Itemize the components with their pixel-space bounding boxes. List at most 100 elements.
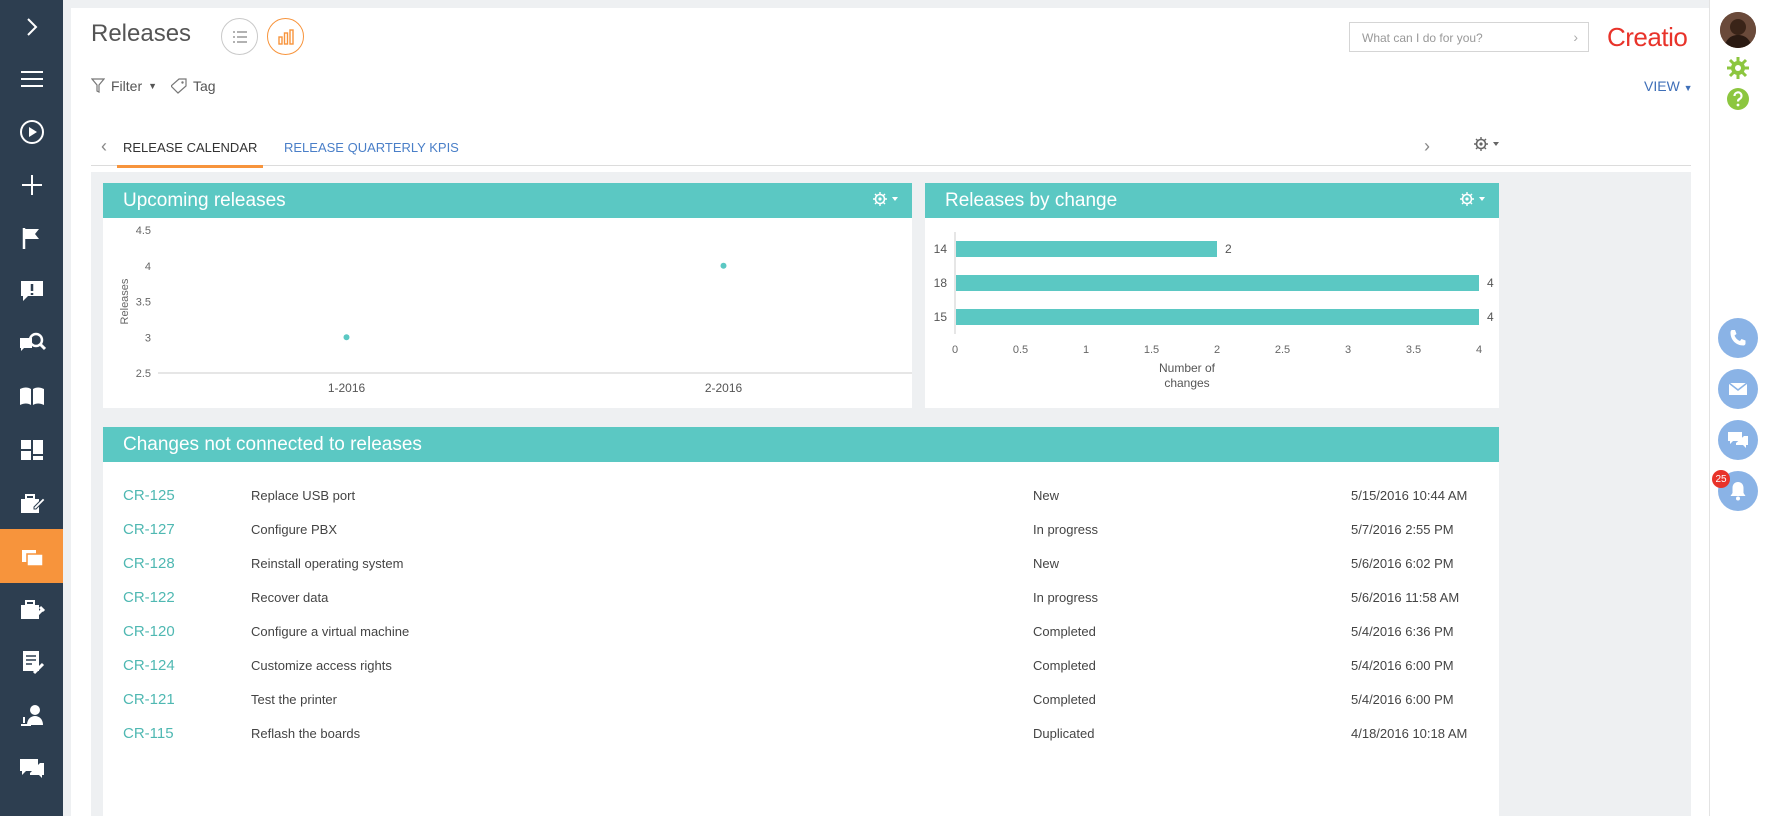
tabs-scroll-left-icon[interactable]: ‹ xyxy=(101,136,107,157)
change-name: Configure PBX xyxy=(251,522,337,537)
change-date: 5/6/2016 11:58 AM xyxy=(1351,590,1460,605)
x-axis-label: changes xyxy=(1164,376,1209,390)
upcoming-releases-header: Upcoming releases xyxy=(103,183,912,218)
add-button[interactable] xyxy=(0,158,63,212)
sidebar-item-chat[interactable] xyxy=(0,741,63,795)
x-tick-label: 2 xyxy=(1214,344,1220,356)
releases-by-change-header: Releases by change xyxy=(925,183,1499,218)
analytics-view-button[interactable] xyxy=(267,18,304,55)
main-menu-button[interactable] xyxy=(0,52,63,106)
chat-icon xyxy=(1728,432,1748,448)
sidebar-item-dashboards[interactable] xyxy=(0,423,63,477)
change-code-link[interactable]: CR-127 xyxy=(123,521,175,538)
tabs-settings-button[interactable] xyxy=(1473,136,1501,157)
system-settings-button[interactable] xyxy=(1726,56,1750,85)
x-tick-label: 2-2016 xyxy=(705,381,743,395)
change-date: 5/6/2016 6:02 PM xyxy=(1351,556,1454,571)
expand-sidebar-button[interactable] xyxy=(0,0,63,54)
upcoming-releases-settings-button[interactable] xyxy=(872,191,900,213)
change-code-link[interactable]: CR-125 xyxy=(123,487,175,504)
filter-icon xyxy=(91,78,105,93)
change-code-link[interactable]: CR-128 xyxy=(123,555,175,572)
sidebar-item-changes[interactable] xyxy=(0,582,63,636)
change-name: Reflash the boards xyxy=(251,726,361,741)
change-status: Completed xyxy=(1033,624,1096,639)
table-row: CR-128 Reinstall operating system New 5/6/2… xyxy=(123,547,1683,581)
change-date: 4/18/2016 10:18 AM xyxy=(1351,726,1468,741)
edit-case-icon xyxy=(20,494,46,513)
change-name: Test the printer xyxy=(251,692,337,707)
document-tools-icon xyxy=(22,651,44,675)
change-status: New xyxy=(1033,556,1060,571)
sidebar-item-cases[interactable] xyxy=(0,476,63,530)
dashboard-icon xyxy=(20,440,43,460)
change-date: 5/15/2016 10:44 AM xyxy=(1351,488,1468,503)
help-button[interactable] xyxy=(1726,87,1750,116)
upcoming-releases-chart: 4.5 4 3.5 3 2.5 Releases 1-2016 2-2016 xyxy=(119,225,912,395)
knowledge-search-icon xyxy=(19,332,46,351)
view-menu-button[interactable]: VIEW ▼ xyxy=(1644,78,1693,94)
sidebar-item-knowledge-base[interactable] xyxy=(0,370,63,424)
email-button[interactable] xyxy=(1718,369,1758,409)
gear-icon xyxy=(1727,57,1749,79)
list-view-button[interactable] xyxy=(221,18,258,55)
x-tick-label: 1.5 xyxy=(1144,344,1159,356)
upcoming-releases-title: Upcoming releases xyxy=(123,190,286,211)
sidebar-item-alerts[interactable] xyxy=(0,264,63,318)
x-tick-label: 1 xyxy=(1083,344,1089,356)
x-tick-label: 0 xyxy=(952,344,958,356)
chat-button[interactable] xyxy=(1718,420,1758,460)
scatter-point xyxy=(343,334,350,341)
tag-button[interactable]: Tag xyxy=(171,78,216,94)
book-icon xyxy=(19,387,44,405)
filter-button[interactable]: Filter ▼ xyxy=(91,78,157,94)
sidebar-item-releases[interactable] xyxy=(0,529,63,583)
change-code-link[interactable]: CR-121 xyxy=(123,691,175,708)
change-date: 5/4/2016 6:36 PM xyxy=(1351,624,1454,639)
bar-value-label: 4 xyxy=(1487,276,1494,290)
bar xyxy=(956,241,1217,257)
table-row: CR-122 Recover data In progress 5/6/2016 11… xyxy=(123,581,1683,615)
table-row: CR-121 Test the printer Completed 5/4/2016 … xyxy=(123,683,1683,717)
change-code-link[interactable]: CR-115 xyxy=(123,725,174,742)
avatar[interactable] xyxy=(1720,12,1756,48)
sidebar-item-flag[interactable] xyxy=(0,211,63,265)
change-code-link[interactable]: CR-122 xyxy=(123,589,175,606)
phone-button[interactable] xyxy=(1718,318,1758,358)
x-tick-label: 3 xyxy=(1345,344,1351,356)
change-code-link[interactable]: CR-120 xyxy=(123,623,175,640)
bar-value-label: 2 xyxy=(1225,242,1232,256)
x-tick-label: 3.5 xyxy=(1406,344,1421,356)
plus-icon xyxy=(21,175,42,195)
process-button[interactable] xyxy=(0,105,63,159)
y-tick-label: 15 xyxy=(934,310,948,324)
x-tick-label: 0.5 xyxy=(1013,344,1028,356)
releases-by-change-settings-button[interactable] xyxy=(1459,191,1487,213)
y-tick-label: 4 xyxy=(145,261,151,273)
change-status: Duplicated xyxy=(1033,726,1095,741)
tools-case-icon xyxy=(20,600,45,619)
tab-release-quarterly-kpis[interactable]: RELEASE QUARTERLY KPIS xyxy=(284,140,459,155)
change-status: In progress xyxy=(1033,590,1099,605)
change-status: Completed xyxy=(1033,692,1096,707)
notification-count-badge: 25 xyxy=(1712,470,1730,488)
change-name: Recover data xyxy=(251,590,329,605)
releases-icon xyxy=(21,550,44,567)
sidebar-item-users[interactable] xyxy=(0,688,63,742)
dashboard-tabs: ‹ RELEASE CALENDAR RELEASE QUARTERLY KPI… xyxy=(91,126,1691,168)
sidebar-item-problems[interactable] xyxy=(0,635,63,689)
chat-icon xyxy=(19,759,44,778)
tab-release-calendar[interactable]: RELEASE CALENDAR xyxy=(116,140,264,168)
caret-down-icon: ▼ xyxy=(1683,83,1693,93)
menu-icon xyxy=(20,71,43,87)
user-avatar-icon xyxy=(1720,12,1756,48)
change-code-link[interactable]: CR-124 xyxy=(123,657,175,674)
change-status: In progress xyxy=(1033,522,1099,537)
y-tick-label: 18 xyxy=(934,276,948,290)
releases-by-change-chart: 14 2 18 4 15 4 0 0.5 1 1.5 2 2.5 3 3.5 4 Number ofchang… xyxy=(934,232,1494,390)
sidebar-item-knowledge-search[interactable] xyxy=(0,317,63,371)
upcoming-releases-panel: Upcoming releases 4.5 4 3.5 3 2.5 Releases 1-2… xyxy=(103,183,912,408)
command-search-input[interactable]: What can I do for you? › xyxy=(1349,22,1589,52)
tabs-scroll-right-icon[interactable]: › xyxy=(1424,136,1430,157)
left-sidebar xyxy=(0,0,63,816)
